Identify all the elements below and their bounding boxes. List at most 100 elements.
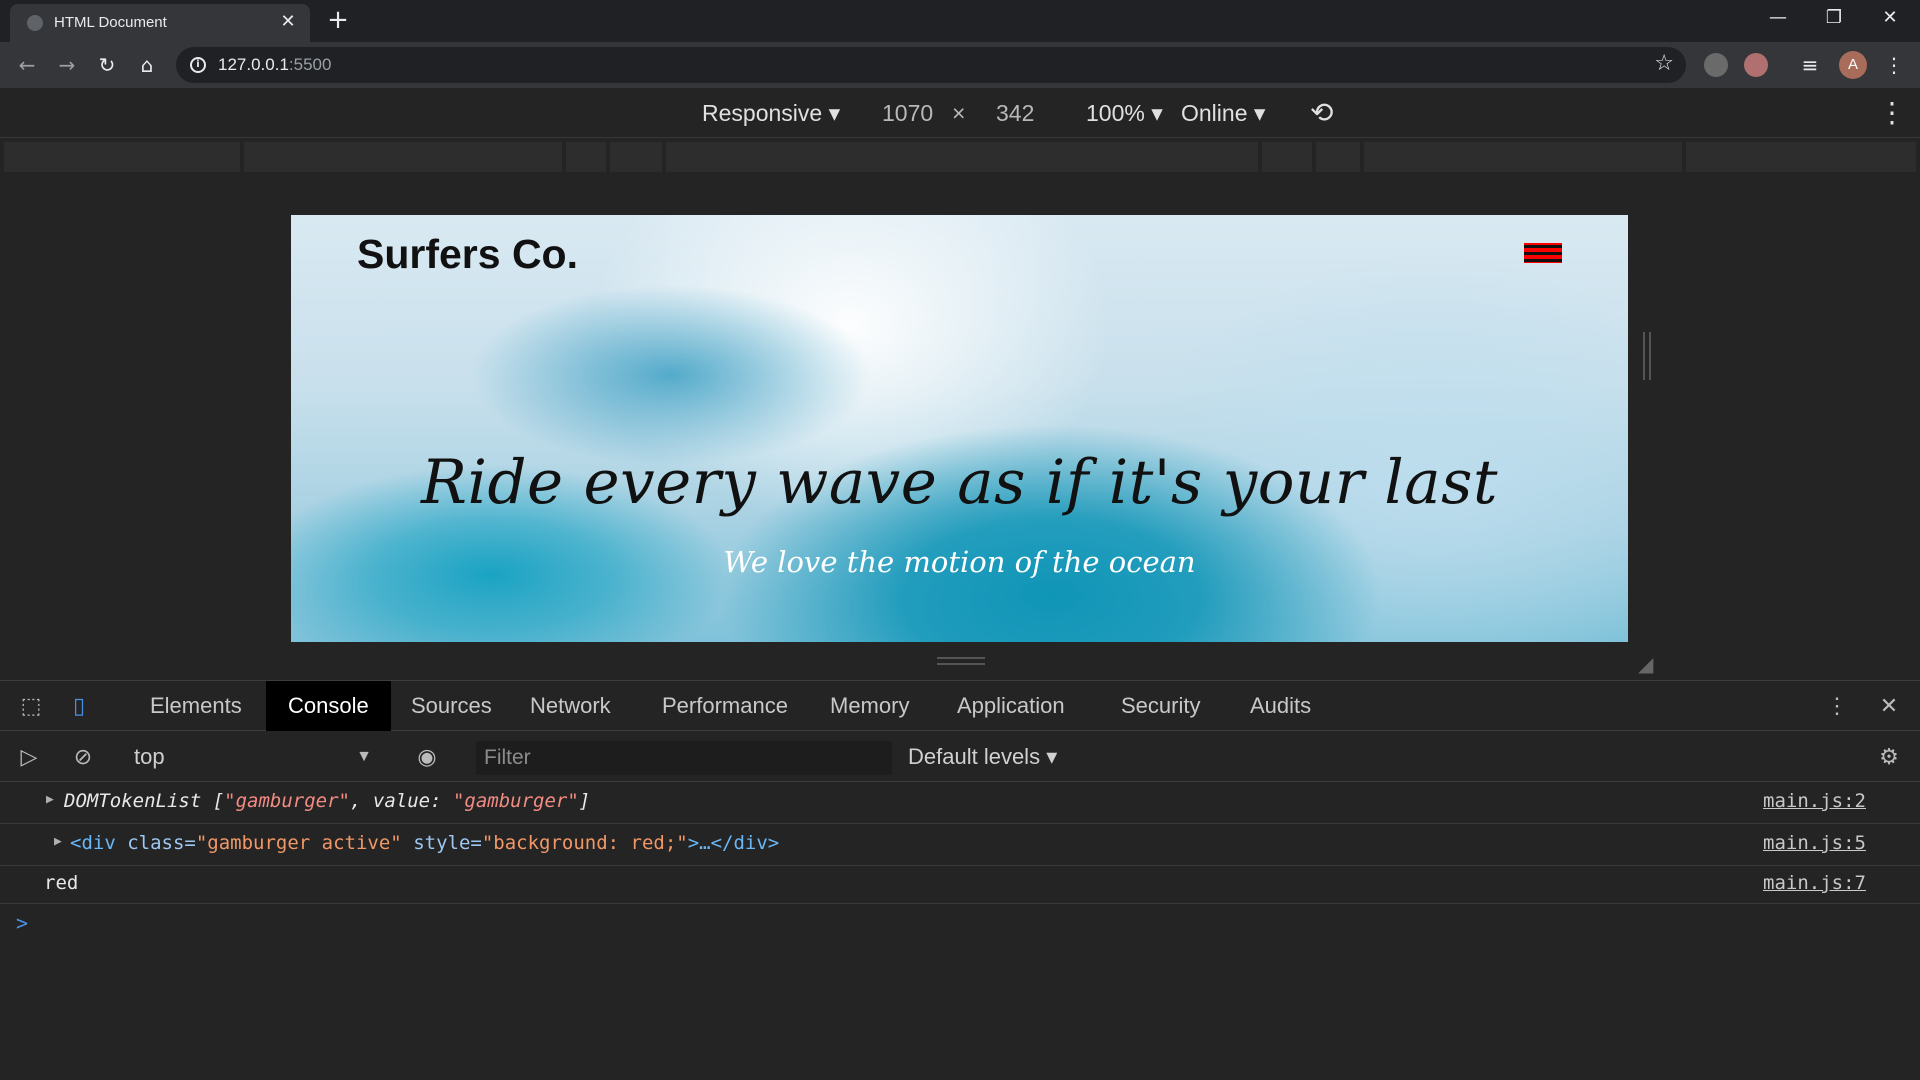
hero-subheadline: We love the motion of the ocean — [723, 545, 1196, 579]
context-select[interactable]: top ▼ — [122, 741, 382, 773]
console-log-row[interactable]: red main.js:7 — [0, 866, 1920, 904]
zoom-select[interactable]: 100% ▾ — [1086, 100, 1163, 127]
tab-console[interactable]: Console — [266, 681, 391, 731]
home-icon[interactable]: ⌂ — [133, 51, 161, 79]
address-bar[interactable]: i 127.0.0.1:5500 ☆ — [176, 47, 1686, 83]
tab-network[interactable]: Network — [508, 681, 633, 731]
chevron-down-icon: ▼ — [356, 748, 372, 765]
bookmark-star-icon[interactable]: ☆ — [1654, 51, 1674, 76]
console-log-row[interactable]: ▶ DOMTokenList ["gamburger", value: "gam… — [0, 782, 1920, 824]
forward-arrow-icon[interactable]: → — [53, 51, 81, 79]
console-prompt-icon[interactable]: > — [16, 911, 28, 935]
dimension-separator: × — [952, 100, 966, 126]
browser-menu-icon[interactable]: ⋮ — [1880, 51, 1908, 79]
live-expression-eye-icon[interactable]: ◉ — [410, 742, 444, 772]
log-string: "gamburger" — [224, 790, 350, 812]
console-log-row[interactable]: ▶ <div class="gamburger active" style="b… — [0, 824, 1920, 866]
inspect-element-icon[interactable]: ⬚ — [16, 691, 46, 721]
console-filter-input[interactable] — [476, 741, 892, 775]
close-tab-icon[interactable]: ✕ — [276, 10, 300, 34]
avatar[interactable]: A — [1839, 51, 1867, 79]
log-tag-open: <div — [70, 832, 116, 854]
hamburger-line — [1524, 252, 1562, 255]
browser-tab[interactable]: HTML Document ✕ — [10, 4, 310, 42]
media-query-segment[interactable] — [1364, 142, 1682, 172]
tab-audits[interactable]: Audits — [1228, 681, 1333, 731]
tab-elements[interactable]: Elements — [128, 681, 264, 731]
media-query-segment[interactable] — [244, 142, 562, 172]
hero-headline: Ride every wave as if it's your last — [421, 447, 1498, 518]
media-controls-icon[interactable]: ≡ — [1796, 51, 1824, 79]
log-attr: class= — [115, 832, 196, 854]
hamburger-menu-icon[interactable] — [1524, 243, 1562, 263]
hamburger-line — [1524, 245, 1562, 248]
hamburger-line — [1524, 259, 1562, 262]
tab-sources[interactable]: Sources — [389, 681, 514, 731]
media-query-segment[interactable] — [1686, 142, 1916, 172]
zoom-label: 100% — [1086, 100, 1145, 126]
back-arrow-icon[interactable]: ← — [13, 51, 41, 79]
media-query-segment[interactable] — [1262, 142, 1312, 172]
media-query-segment[interactable] — [610, 142, 662, 172]
media-query-segment[interactable] — [1316, 142, 1360, 172]
device-label: Responsive — [702, 100, 823, 126]
resize-handle-right[interactable] — [1643, 332, 1651, 380]
expand-triangle-icon[interactable]: ▶ — [54, 834, 62, 849]
tab-application[interactable]: Application — [935, 681, 1087, 731]
log-message: <div class="gamburger active" style="bac… — [70, 832, 779, 854]
devtools-menu-icon[interactable]: ⋮ — [1822, 691, 1852, 721]
log-prefix: DOMTokenList [ — [64, 790, 225, 812]
log-source-link[interactable]: main.js:5 — [1763, 832, 1866, 854]
console-settings-gear-icon[interactable]: ⚙ — [1874, 742, 1904, 772]
log-string: "gamburger" — [452, 790, 579, 812]
extension-icon[interactable] — [1744, 53, 1768, 77]
tab-performance[interactable]: Performance — [640, 681, 810, 731]
log-source-link[interactable]: main.js:7 — [1763, 872, 1866, 894]
log-message: DOMTokenList ["gamburger", value: "gambu… — [64, 790, 590, 812]
log-levels-select[interactable]: Default levels ▾ — [908, 741, 1057, 773]
console-input[interactable] — [40, 907, 1900, 1067]
device-toolbar-toggle-icon[interactable]: ▯ — [64, 691, 94, 721]
site-logo[interactable]: Surfers Co. — [357, 231, 578, 278]
log-attr-value: "gamburger active" — [195, 832, 402, 854]
device-select[interactable]: Responsive ▾ — [702, 100, 840, 127]
restore-button[interactable]: ❐ — [1806, 0, 1862, 38]
media-query-segment[interactable] — [4, 142, 240, 172]
expand-triangle-icon[interactable]: ▶ — [46, 792, 54, 807]
new-tab-button[interactable]: + — [324, 6, 352, 34]
tab-title: HTML Document — [54, 14, 167, 31]
log-suffix: ] — [578, 790, 591, 812]
resize-handle-bottom[interactable] — [937, 657, 985, 665]
media-query-segment[interactable] — [566, 142, 606, 172]
log-source-link[interactable]: main.js:2 — [1763, 790, 1866, 812]
extension-icon[interactable] — [1704, 53, 1728, 77]
media-query-segment[interactable] — [666, 142, 1258, 172]
devtools-panel: ⬚ ▯ Elements Console Sources Network Perform… — [0, 680, 1920, 1080]
tab-memory[interactable]: Memory — [808, 681, 931, 731]
device-more-icon[interactable]: ⋮ — [1878, 96, 1906, 129]
width-input[interactable]: 1070 — [882, 100, 933, 127]
resize-handle-corner[interactable]: ◢ — [1638, 652, 1660, 676]
log-key: , value: — [350, 790, 453, 812]
url-text: 127.0.0.1:5500 — [218, 55, 331, 75]
reload-icon[interactable]: ↻ — [93, 51, 121, 79]
clear-console-icon[interactable]: ⊘ — [68, 742, 98, 772]
rotate-icon[interactable]: ⟲ — [1310, 96, 1333, 129]
network-label: Online — [1181, 100, 1248, 126]
levels-label: Default levels — [908, 744, 1041, 769]
show-sidebar-icon[interactable]: ▷ — [14, 742, 44, 772]
device-viewport: Surfers Co. Ride every wave as if it's y… — [0, 172, 1920, 680]
network-select[interactable]: Online ▾ — [1181, 100, 1265, 127]
browser-toolbar: ← → ↻ ⌂ i 127.0.0.1:5500 ☆ ≡ A ⋮ — [0, 42, 1920, 88]
close-devtools-icon[interactable]: ✕ — [1874, 691, 1904, 721]
tab-security[interactable]: Security — [1099, 681, 1222, 731]
globe-icon — [27, 15, 43, 31]
minimize-button[interactable]: — — [1750, 0, 1806, 38]
info-icon[interactable]: i — [190, 57, 206, 73]
close-window-button[interactable]: ✕ — [1862, 0, 1918, 38]
devtools-tab-bar: ⬚ ▯ Elements Console Sources Network Perform… — [0, 681, 1920, 731]
log-attr: style= — [401, 832, 482, 854]
height-input[interactable]: 342 — [996, 100, 1034, 127]
hero-section: Surfers Co. Ride every wave as if it's y… — [291, 215, 1628, 642]
media-query-bar — [4, 142, 1916, 172]
